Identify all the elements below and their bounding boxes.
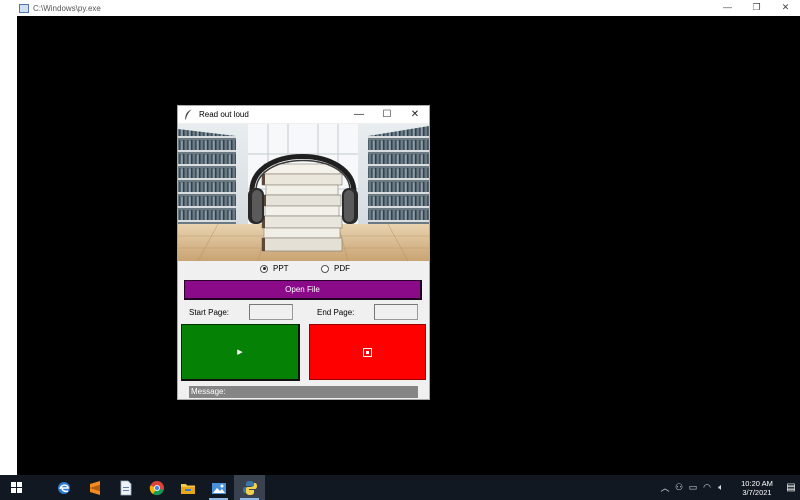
app-titlebar[interactable]: Read out loud — ☐ ✕ [178,106,429,123]
radio-pdf-indicator[interactable] [321,264,329,273]
console-restore-icon[interactable]: ❐ [742,0,771,14]
maximize-icon[interactable]: ☐ [373,106,401,123]
radio-pdf-label: PDF [334,264,350,273]
read-out-loud-window: Read out loud — ☐ ✕ PPT PDF Open File St… [177,105,430,400]
stop-icon [363,347,372,357]
system-tray: ︿ ⚇ ▭ ◠ 🔈︎ 10:20 AM 3/7/2021 ▤ [658,475,800,500]
battery-icon[interactable]: ▭ [686,482,700,493]
console-close-icon[interactable]: ✕ [771,0,800,14]
message-label: Message: [191,387,226,396]
message-bar: Message: [189,386,418,398]
banner-image [178,124,429,261]
stop-button[interactable] [309,324,426,380]
feather-icon [185,109,192,120]
open-file-button[interactable]: Open File [184,280,422,300]
start-page-input[interactable] [249,304,293,320]
people-icon[interactable]: ⚇ [672,482,686,493]
app-window-controls: — ☐ ✕ [345,106,429,123]
chevron-up-icon[interactable]: ︿ [658,481,672,494]
console-minimize-icon[interactable]: — [713,0,742,14]
edge-legacy-icon[interactable] [48,475,79,500]
photos-icon[interactable] [203,475,234,500]
play-icon: ▶ [237,349,243,356]
clock-time: 10:20 AM [741,478,773,488]
radio-ppt[interactable]: PPT [260,264,289,273]
minimize-icon[interactable]: — [345,106,373,123]
file-type-radio-group: PPT PDF [178,264,429,278]
sublime-icon[interactable] [79,475,110,500]
python-icon[interactable] [234,475,265,500]
file-icon[interactable] [110,475,141,500]
volume-icon[interactable]: 🔈︎ [714,482,728,493]
clock[interactable]: 10:20 AM 3/7/2021 [732,479,782,497]
console-titlebar: C:\Windows\py.exe — ❐ ✕ [0,0,800,16]
radio-ppt-label: PPT [273,264,289,273]
end-page-input[interactable] [374,304,418,320]
taskbar: ︿ ⚇ ▭ ◠ 🔈︎ 10:20 AM 3/7/2021 ▤ [0,475,800,500]
radio-pdf[interactable]: PDF [321,264,350,273]
console-title: C:\Windows\py.exe [33,3,101,13]
start-icon[interactable] [0,475,32,500]
wifi-icon[interactable]: ◠ [700,482,714,493]
clock-date: 3/7/2021 [742,487,772,497]
end-page-label: End Page: [317,308,355,317]
file-explorer-icon[interactable] [172,475,203,500]
console-frame [0,16,17,475]
play-button[interactable]: ▶ [181,324,300,381]
chrome-icon[interactable] [141,475,172,500]
close-icon[interactable]: ✕ [401,106,429,123]
start-page-label: Start Page: [189,308,230,317]
app-title: Read out loud [199,110,249,119]
notification-icon[interactable]: ▤ [782,482,800,493]
console-window-controls: — ❐ ✕ [713,0,800,14]
console-app-icon [19,3,29,13]
radio-ppt-indicator[interactable] [260,264,268,273]
